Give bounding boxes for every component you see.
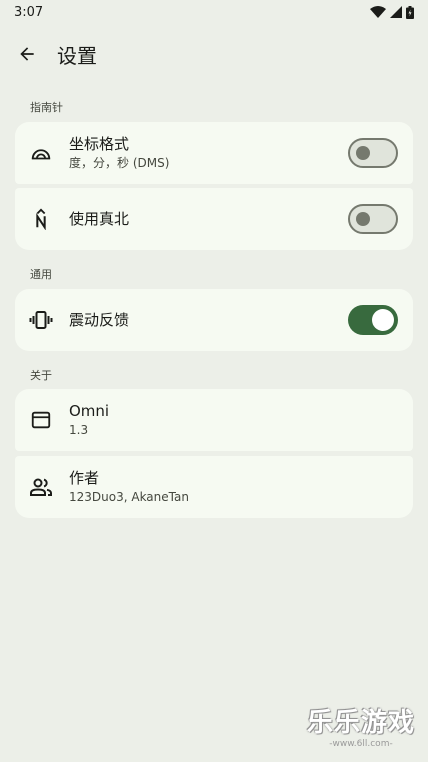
setting-true-north[interactable]: 使用真北	[15, 188, 413, 250]
setting-title: 坐标格式	[69, 135, 130, 153]
true-north-icon	[29, 207, 53, 231]
wifi-icon	[370, 6, 386, 18]
section-header-compass: 指南针	[30, 101, 63, 114]
vibration-icon	[29, 308, 53, 332]
vibration-feedback-switch[interactable]	[348, 305, 398, 335]
people-icon	[29, 475, 53, 499]
battery-icon	[406, 5, 414, 19]
coordinate-format-switch[interactable]	[348, 138, 398, 168]
about-app-name: Omni	[69, 402, 110, 420]
setting-title: 使用真北	[69, 209, 130, 228]
watermark-logo-text: 乐乐游戏	[306, 708, 415, 738]
status-icons	[370, 5, 414, 19]
about-authors-item[interactable]: 作者 123Duo3, AkaneTan	[15, 456, 413, 518]
switch-thumb	[356, 212, 370, 226]
section-header-general: 通用	[30, 268, 52, 281]
setting-coordinate-format[interactable]: 坐标格式 度，分，秒 (DMS)	[15, 122, 413, 184]
arrow-back-icon	[20, 47, 34, 61]
back-button[interactable]	[3, 30, 51, 78]
about-app-item[interactable]: Omni 1.3	[15, 389, 413, 451]
setting-vibration-feedback[interactable]: 震动反馈	[15, 289, 413, 351]
signal-icon	[390, 6, 402, 18]
about-app-version: 1.3	[69, 423, 89, 437]
watermark: 乐乐游戏 -www.6ll.com-	[302, 708, 420, 756]
angle-arc-icon	[29, 141, 53, 165]
setting-subtitle: 度，分，秒 (DMS)	[69, 156, 170, 170]
page-title: 设置	[57, 43, 97, 68]
switch-thumb	[372, 309, 394, 331]
status-bar: 3:07	[0, 0, 428, 24]
switch-thumb	[356, 146, 370, 160]
true-north-switch[interactable]	[348, 204, 398, 234]
section-header-about: 关于	[30, 369, 52, 382]
app-window-icon	[29, 408, 53, 432]
setting-title: 震动反馈	[69, 310, 130, 329]
about-authors-title: 作者	[69, 469, 100, 487]
about-authors-names: 123Duo3, AkaneTan	[69, 490, 189, 504]
watermark-url: -www.6ll.com-	[329, 739, 393, 749]
status-time: 3:07	[14, 4, 44, 20]
top-app-bar: 设置	[0, 30, 428, 78]
